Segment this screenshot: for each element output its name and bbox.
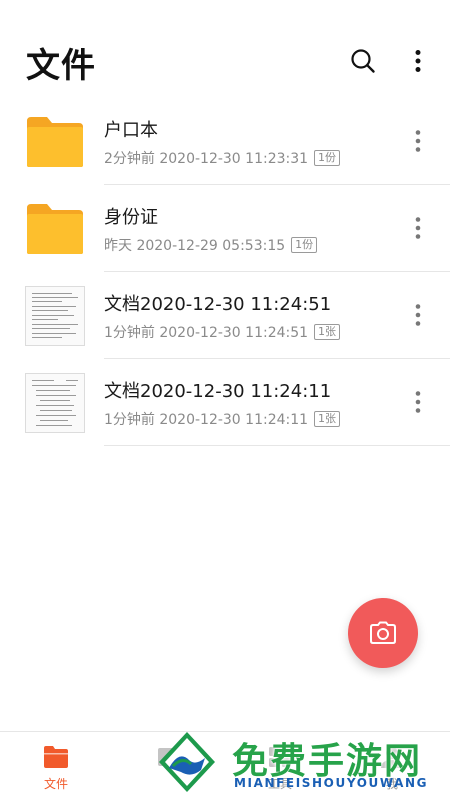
item-title: 文档2020-12-30 11:24:11	[104, 381, 332, 402]
item-timestamp: 昨天 2020-12-29 05:53:15	[104, 238, 286, 254]
search-button[interactable]	[346, 44, 380, 78]
item-timestamp: 1分钟前 2020-12-30 11:24:51	[104, 325, 309, 341]
item-title: 身份证	[104, 207, 158, 228]
folder-icon	[44, 746, 68, 768]
search-icon	[351, 49, 375, 73]
document-thumbnail	[25, 373, 85, 433]
count-badge: 1份	[291, 237, 318, 253]
item-title: 文档2020-12-30 11:24:51	[104, 294, 332, 315]
document-thumbnail	[25, 286, 85, 346]
watermark-logo-icon	[159, 732, 215, 792]
folder-icon	[27, 117, 83, 167]
item-meta: 1分钟前 2020-12-30 11:24:11 1张	[104, 409, 341, 429]
watermark: 免费手游网 MIANFEISHOUYOUWANG	[150, 728, 450, 800]
divider	[104, 445, 450, 446]
camera-icon	[370, 621, 396, 644]
count-badge: 1份	[314, 150, 341, 166]
camera-button[interactable]	[348, 598, 418, 668]
item-more-button[interactable]	[404, 387, 432, 417]
more-vertical-icon	[415, 50, 421, 72]
count-badge: 1张	[314, 411, 341, 427]
item-more-button[interactable]	[404, 213, 432, 243]
item-meta: 2分钟前 2020-12-30 11:23:31 1份	[104, 148, 341, 168]
more-vertical-icon	[415, 130, 421, 152]
item-timestamp: 2分钟前 2020-12-30 11:23:31	[104, 151, 309, 167]
header: 文件	[0, 0, 450, 110]
nav-tab-files[interactable]: 文件	[0, 732, 112, 800]
file-list: 户口本 2分钟前 2020-12-30 11:23:31 1份 身份证 昨天 2…	[0, 98, 450, 446]
list-item[interactable]: 文档2020-12-30 11:24:11 1分钟前 2020-12-30 11…	[0, 359, 450, 446]
page-title: 文件	[26, 46, 96, 86]
list-item[interactable]: 身份证 昨天 2020-12-29 05:53:15 1份	[0, 185, 450, 272]
item-more-button[interactable]	[404, 300, 432, 330]
item-timestamp: 1分钟前 2020-12-30 11:24:11	[104, 412, 309, 428]
more-options-button[interactable]	[404, 44, 432, 78]
item-meta: 昨天 2020-12-29 05:53:15 1份	[104, 235, 318, 255]
count-badge: 1张	[314, 324, 341, 340]
more-vertical-icon	[415, 391, 421, 413]
item-more-button[interactable]	[404, 126, 432, 156]
item-meta: 1分钟前 2020-12-30 11:24:51 1张	[104, 322, 341, 342]
more-vertical-icon	[415, 217, 421, 239]
folder-icon	[27, 204, 83, 254]
list-item[interactable]: 文档2020-12-30 11:24:51 1分钟前 2020-12-30 11…	[0, 272, 450, 359]
list-item[interactable]: 户口本 2分钟前 2020-12-30 11:23:31 1份	[0, 98, 450, 185]
watermark-subtext: MIANFEISHOUYOUWANG	[234, 776, 429, 790]
more-vertical-icon	[415, 304, 421, 326]
nav-label: 文件	[43, 777, 68, 791]
item-title: 户口本	[104, 120, 158, 141]
